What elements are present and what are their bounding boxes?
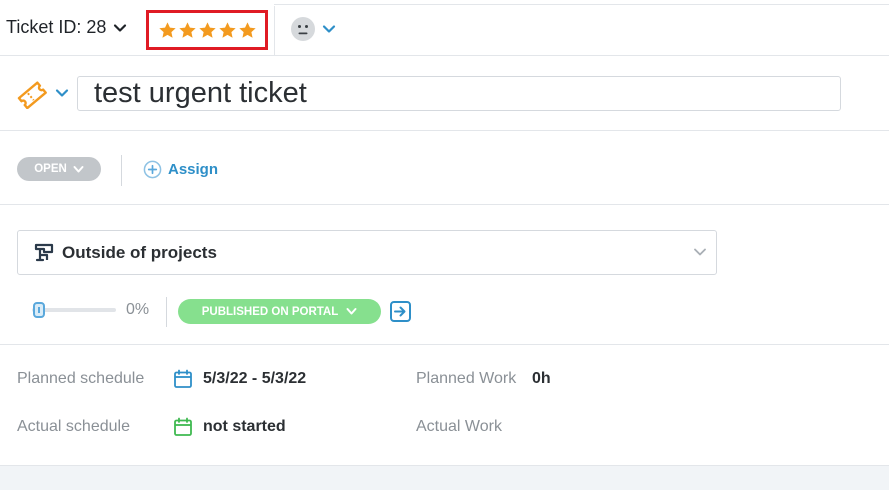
ticket-id-label: Ticket ID: 28	[6, 17, 107, 37]
chevron-down-icon	[694, 248, 706, 256]
progress-slider[interactable]	[32, 301, 116, 319]
progress-percent: 0%	[126, 301, 150, 318]
project-name: Outside of projects	[62, 242, 217, 262]
actual-schedule-label: Actual schedule	[17, 418, 130, 435]
neutral-face-icon	[291, 17, 315, 41]
chevron-down-icon	[322, 25, 336, 33]
ticket-header-bar: Ticket ID: 28	[0, 0, 889, 56]
planned-schedule-value: 5/3/22 - 5/3/22	[203, 370, 307, 387]
schedule-divider	[0, 344, 889, 345]
planned-work-value[interactable]: 0h	[532, 370, 551, 388]
assign-label: Assign	[168, 161, 219, 178]
open-portal-icon[interactable]	[389, 300, 412, 323]
planned-schedule-field[interactable]: 5/3/22 - 5/3/22	[173, 369, 306, 389]
satisfaction-dropdown[interactable]	[291, 17, 337, 41]
rating-stars	[146, 10, 268, 50]
status-row: OPEN Assign	[0, 131, 889, 205]
status-dropdown[interactable]: OPEN	[17, 157, 101, 181]
actual-schedule-field[interactable]: not started	[173, 417, 286, 437]
star-icon[interactable]	[218, 21, 237, 40]
progress-divider	[166, 297, 167, 327]
ticket-icon[interactable]	[16, 81, 48, 109]
header-divider	[274, 6, 275, 56]
chevron-down-icon[interactable]	[54, 86, 70, 100]
project-board-icon	[34, 243, 54, 261]
star-icon[interactable]	[158, 21, 177, 40]
chevron-down-icon	[346, 308, 357, 315]
ticket-id-dropdown[interactable]: Ticket ID: 28	[6, 17, 128, 38]
assign-button[interactable]: Assign	[143, 160, 218, 179]
calendar-icon	[174, 417, 192, 436]
status-label: OPEN	[34, 163, 67, 175]
portal-status-label: PUBLISHED ON PORTAL	[201, 305, 339, 318]
actual-work-label: Actual Work	[416, 418, 502, 435]
footer-strip	[0, 465, 889, 490]
title-row	[0, 56, 889, 131]
portal-status-dropdown[interactable]: PUBLISHED ON PORTAL	[178, 299, 381, 324]
planned-work-label: Planned Work	[416, 370, 517, 387]
actual-schedule-value: not started	[203, 418, 286, 435]
tab-edge	[274, 0, 889, 5]
star-icon[interactable]	[178, 21, 197, 40]
chevron-down-icon	[73, 165, 84, 172]
progress-handle[interactable]	[33, 302, 45, 318]
add-circle-icon	[143, 160, 162, 179]
chevron-down-icon	[114, 23, 127, 32]
star-icon[interactable]	[198, 21, 217, 40]
calendar-icon	[174, 369, 192, 388]
star-icon[interactable]	[238, 21, 257, 40]
status-divider	[121, 155, 122, 186]
planned-schedule-label: Planned schedule	[17, 370, 145, 387]
ticket-title-input[interactable]	[77, 76, 841, 111]
project-select[interactable]: Outside of projects	[17, 230, 717, 275]
